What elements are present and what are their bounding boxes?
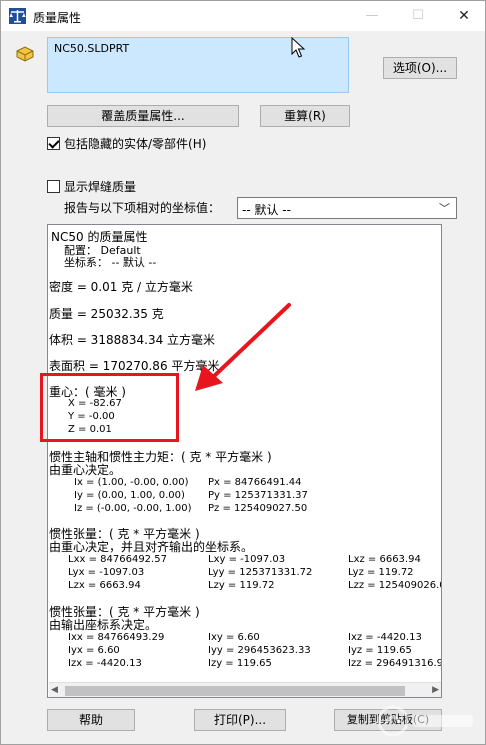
selected-item[interactable]: NC50.SLDPRT xyxy=(54,42,129,55)
watermark-logo-icon xyxy=(377,705,473,737)
scroll-left-icon[interactable]: ◀ xyxy=(51,685,58,695)
coord-system-label: 报告与以下项相对的坐标值： xyxy=(64,201,221,215)
show-weld-label: 显示焊缝质量 xyxy=(64,179,137,194)
tensor-cell: Iyx = 6.60 xyxy=(68,645,120,656)
tensor-cell: Lzx = 6663.94 xyxy=(68,580,141,591)
tensor-cell: Lzz = 125409026.0 xyxy=(348,580,442,591)
mass-line: 质量 = 25032.35 克 xyxy=(49,307,164,321)
coord-system-dropdown[interactable]: -- 默认 -- ﹀ xyxy=(237,197,457,219)
tensor-cell: Ixz = -4420.13 xyxy=(348,632,422,643)
maximize-button[interactable]: ☐ xyxy=(395,1,441,31)
show-weld-checkbox[interactable] xyxy=(47,179,60,193)
principal-moment-row: Px = 84766491.44 xyxy=(208,477,302,488)
options-button[interactable]: 选项(O)... xyxy=(383,57,457,79)
help-button[interactable]: 帮助 xyxy=(47,709,135,731)
part-selection-icon xyxy=(16,46,34,62)
tensor-cell: Izz = 296491316.9 xyxy=(348,658,442,669)
principal-axis-row: Iz = (-0.00, -0.00, 1.00) xyxy=(74,503,192,514)
recalculate-button[interactable]: 重算(R) xyxy=(260,105,350,127)
tensor-cell: Ixy = 6.60 xyxy=(208,632,260,643)
chevron-down-icon: ﹀ xyxy=(439,202,450,215)
tensor-cell: Izy = 119.65 xyxy=(208,658,272,669)
annotation-arrow-icon xyxy=(195,303,291,391)
override-mass-properties-button[interactable]: 覆盖质量属性... xyxy=(47,105,239,127)
tensor-cell: Lxy = -1097.03 xyxy=(208,554,286,565)
principal-axes-subtitle: 由重心决定。 xyxy=(49,463,122,477)
coord-system-value: -- 默认 -- xyxy=(242,203,291,217)
inertia-tensor-output-subtitle: 由输出座标系决定。 xyxy=(49,618,158,632)
mass-properties-window: 质量属性 — ☐ ✕ NC50.SLDPRT 选项(O)... 覆盖质量属性..… xyxy=(0,0,486,745)
close-button[interactable]: ✕ xyxy=(441,1,486,31)
tensor-cell: Lzy = 119.72 xyxy=(208,580,275,591)
horizontal-scrollbar[interactable]: ◀ ▶ xyxy=(49,682,441,697)
tensor-cell: Lyx = -1097.03 xyxy=(68,567,145,578)
density-line: 密度 = 0.01 克 / 立方毫米 xyxy=(49,280,193,294)
show-weld-checkbox-row[interactable]: 显示焊缝质量 xyxy=(47,178,136,194)
principal-axis-row: Ix = (1.00, -0.00, 0.00) xyxy=(74,477,189,488)
tensor-cell: Iyz = 119.65 xyxy=(348,645,412,656)
tensor-cell: Iyy = 296453623.33 xyxy=(208,645,311,656)
include-hidden-label: 包括隐藏的实体/零部件(H) xyxy=(64,136,207,151)
tensor-cell: Lxz = 6663.94 xyxy=(348,554,421,565)
include-hidden-checkbox-row[interactable]: 包括隐藏的实体/零部件(H) xyxy=(47,135,206,151)
scrollbar-thumb[interactable] xyxy=(65,686,405,696)
principal-moment-row: Pz = 125409027.50 xyxy=(208,503,308,514)
coord-system-line: 坐标系： -- 默认 -- xyxy=(64,256,157,269)
principal-axis-row: Iy = (0.00, 1.00, 0.00) xyxy=(74,490,185,501)
include-hidden-checkbox[interactable] xyxy=(47,136,60,150)
scale-icon xyxy=(9,8,26,24)
tensor-cell: Lyy = 125371331.72 xyxy=(208,567,313,578)
tensor-cell: Lyz = 119.72 xyxy=(348,567,414,578)
print-button[interactable]: 打印(P)... xyxy=(194,709,286,731)
inertia-tensor-cog-subtitle: 由重心决定，并且对齐输出的坐标系。 xyxy=(49,540,254,554)
principal-moment-row: Py = 125371331.37 xyxy=(208,490,308,501)
scroll-right-icon[interactable]: ▶ xyxy=(432,685,439,695)
window-title: 质量属性 xyxy=(33,11,82,25)
tensor-cell: Izx = -4420.13 xyxy=(68,658,142,669)
tensor-cell: Ixx = 84766493.29 xyxy=(68,632,165,643)
mouse-cursor-icon xyxy=(291,37,306,58)
minimize-button[interactable]: — xyxy=(349,1,395,31)
results-text-area[interactable]: NC50 的质量属性 配置： Default 坐标系： -- 默认 -- 密度 … xyxy=(47,224,442,698)
tensor-cell: Lxx = 84766492.57 xyxy=(68,554,167,565)
title-bar: 质量属性 — ☐ ✕ xyxy=(1,1,485,31)
annotation-highlight-box xyxy=(40,373,179,442)
